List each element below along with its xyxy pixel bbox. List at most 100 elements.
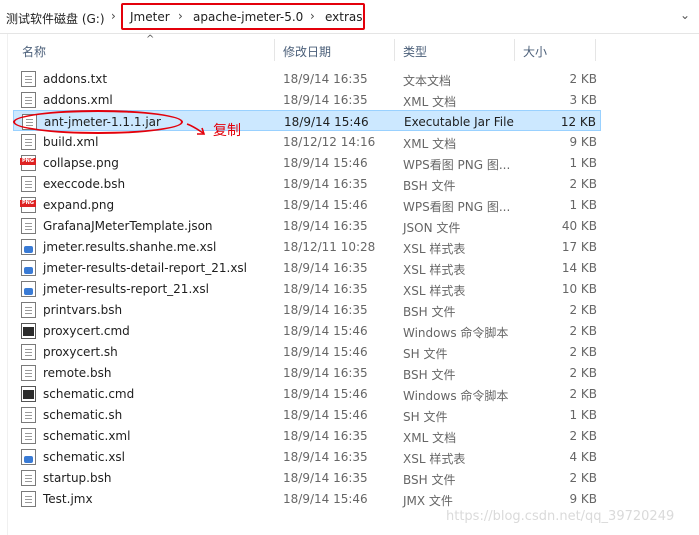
column-divider[interactable] (394, 39, 395, 61)
file-type: Executable Jar File (404, 115, 514, 129)
file-modified-date: 18/9/14 16:35 (283, 282, 368, 296)
file-row[interactable]: schematic.xml 18/9/14 16:35 XML 文档 2 KB (13, 425, 601, 446)
annotation-ellipse (13, 110, 183, 134)
document-icon (21, 428, 36, 444)
document-icon (21, 344, 36, 360)
file-row[interactable]: addons.txt 18/9/14 16:35 文本文档 2 KB (13, 68, 601, 89)
file-row[interactable]: startup.bsh 18/9/14 16:35 BSH 文件 2 KB (13, 467, 601, 488)
file-modified-date: 18/9/14 15:46 (284, 115, 369, 129)
file-modified-date: 18/9/14 15:46 (283, 156, 368, 170)
document-icon (21, 365, 36, 381)
file-type: XSL 样式表 (403, 242, 466, 256)
file-name: collapse.png (43, 156, 119, 170)
file-name: expand.png (43, 198, 115, 212)
watermark: https://blog.csdn.net/qq_39720249 (446, 509, 675, 524)
file-row[interactable]: jmeter-results-detail-report_21.xsl 18/9/… (13, 257, 601, 278)
file-type: XSL 样式表 (403, 284, 466, 298)
file-type: XSL 样式表 (403, 452, 466, 466)
column-divider[interactable] (274, 39, 275, 61)
file-modified-date: 18/9/14 15:46 (283, 198, 368, 212)
file-type: Windows 命令脚本 (403, 389, 509, 403)
file-name: addons.txt (43, 72, 108, 86)
png-image-icon: PNG (20, 155, 36, 171)
xsl-stylesheet-icon (21, 260, 36, 276)
breadcrumb-apache-jmeter[interactable]: apache-jmeter-5.0 (193, 10, 303, 24)
chevron-down-icon[interactable]: ⌄ (680, 8, 690, 22)
column-header-name[interactable]: 名称 (22, 43, 46, 60)
file-size: 14 KB (561, 261, 597, 275)
file-size: 3 KB (569, 93, 597, 107)
file-name: schematic.cmd (43, 387, 135, 401)
file-modified-date: 18/9/14 16:35 (283, 72, 368, 86)
column-header-size[interactable]: 大小 (523, 43, 547, 60)
file-row[interactable]: jmeter-results-report_21.xsl 18/9/14 16:3… (13, 278, 601, 299)
file-modified-date: 18/9/14 15:46 (283, 387, 368, 401)
file-name: schematic.xml (43, 429, 131, 443)
command-script-icon (21, 386, 36, 402)
file-type: XSL 样式表 (403, 263, 466, 277)
file-row[interactable]: jmeter.results.shanhe.me.xsl 18/12/11 10:… (13, 236, 601, 257)
file-modified-date: 18/9/14 15:46 (283, 345, 368, 359)
breadcrumb-separator[interactable]: › (178, 9, 183, 23)
file-modified-date: 18/9/14 15:46 (283, 408, 368, 422)
file-row[interactable]: proxycert.sh 18/9/14 15:46 SH 文件 2 KB (13, 341, 601, 362)
breadcrumb-separator[interactable]: › (310, 9, 315, 23)
file-size: 10 KB (561, 282, 597, 296)
column-header-modified[interactable]: 修改日期 (283, 43, 331, 60)
breadcrumb-extras[interactable]: extras (325, 10, 363, 24)
file-name: jmeter-results-report_21.xsl (43, 282, 209, 296)
file-type: 文本文档 (403, 74, 452, 88)
file-size: 1 KB (569, 198, 597, 212)
file-size: 17 KB (561, 240, 597, 254)
file-row[interactable]: schematic.xsl 18/9/14 16:35 XSL 样式表 4 KB (13, 446, 601, 467)
file-row[interactable]: addons.xml 18/9/14 16:35 XML 文档 3 KB (13, 89, 601, 110)
file-row[interactable]: execcode.bsh 18/9/14 16:35 BSH 文件 2 KB (13, 173, 601, 194)
file-size: 12 KB (560, 115, 596, 129)
document-icon (21, 470, 36, 486)
file-row[interactable]: proxycert.cmd 18/9/14 15:46 Windows 命令脚本 2 … (13, 320, 601, 341)
file-type: SH 文件 (403, 347, 448, 361)
file-type: SH 文件 (403, 410, 448, 424)
file-modified-date: 18/9/14 16:35 (283, 471, 368, 485)
address-bar[interactable]: 测试软件磁盘 (G:) › Jmeter › apache-jmeter-5.0… (0, 0, 699, 34)
xsl-stylesheet-icon (21, 281, 36, 297)
file-size: 2 KB (569, 429, 597, 443)
file-size: 9 KB (569, 135, 597, 149)
file-size: 40 KB (561, 219, 597, 233)
column-header-type[interactable]: 类型 (403, 43, 427, 60)
file-row[interactable]: PNG expand.png 18/9/14 15:46 WPS看图 PNG 图...… (13, 194, 601, 215)
file-type: XML 文档 (403, 431, 457, 445)
file-row[interactable]: PNG collapse.png 18/9/14 15:46 WPS看图 PNG 图.… (13, 152, 601, 173)
file-size: 2 KB (569, 345, 597, 359)
file-type: BSH 文件 (403, 179, 456, 193)
file-modified-date: 18/9/14 16:35 (283, 303, 368, 317)
file-modified-date: 18/12/12 14:16 (283, 135, 376, 149)
file-name: schematic.sh (43, 408, 123, 422)
column-divider[interactable] (595, 39, 596, 61)
column-divider[interactable] (514, 39, 515, 61)
file-type: Windows 命令脚本 (403, 326, 509, 340)
file-row[interactable]: GrafanaJMeterTemplate.json 18/9/14 16:35 J… (13, 215, 601, 236)
breadcrumb-jmeter[interactable]: Jmeter (130, 10, 170, 24)
document-icon (21, 176, 36, 192)
file-size: 2 KB (569, 303, 597, 317)
breadcrumb-separator[interactable]: › (111, 9, 116, 23)
file-name: startup.bsh (43, 471, 112, 485)
file-size: 2 KB (569, 471, 597, 485)
file-modified-date: 18/9/14 16:35 (283, 429, 368, 443)
file-modified-date: 18/9/14 16:35 (283, 366, 368, 380)
file-size: 2 KB (569, 324, 597, 338)
file-row[interactable]: build.xml 18/12/12 14:16 XML 文档 9 KB (13, 131, 601, 152)
file-modified-date: 18/9/14 16:35 (283, 261, 368, 275)
file-row[interactable]: remote.bsh 18/9/14 16:35 BSH 文件 2 KB (13, 362, 601, 383)
document-icon (21, 218, 36, 234)
file-row[interactable]: schematic.cmd 18/9/14 15:46 Windows 命令脚本 2 … (13, 383, 601, 404)
file-name: remote.bsh (43, 366, 112, 380)
document-icon (21, 491, 36, 507)
file-size: 2 KB (569, 387, 597, 401)
breadcrumb-drive[interactable]: 测试软件磁盘 (G:) (6, 10, 105, 27)
file-size: 2 KB (569, 72, 597, 86)
file-row[interactable]: schematic.sh 18/9/14 15:46 SH 文件 1 KB (13, 404, 601, 425)
file-row[interactable]: printvars.bsh 18/9/14 16:35 BSH 文件 2 KB (13, 299, 601, 320)
file-row[interactable]: Test.jmx 18/9/14 15:46 JMX 文件 9 KB (13, 488, 601, 509)
